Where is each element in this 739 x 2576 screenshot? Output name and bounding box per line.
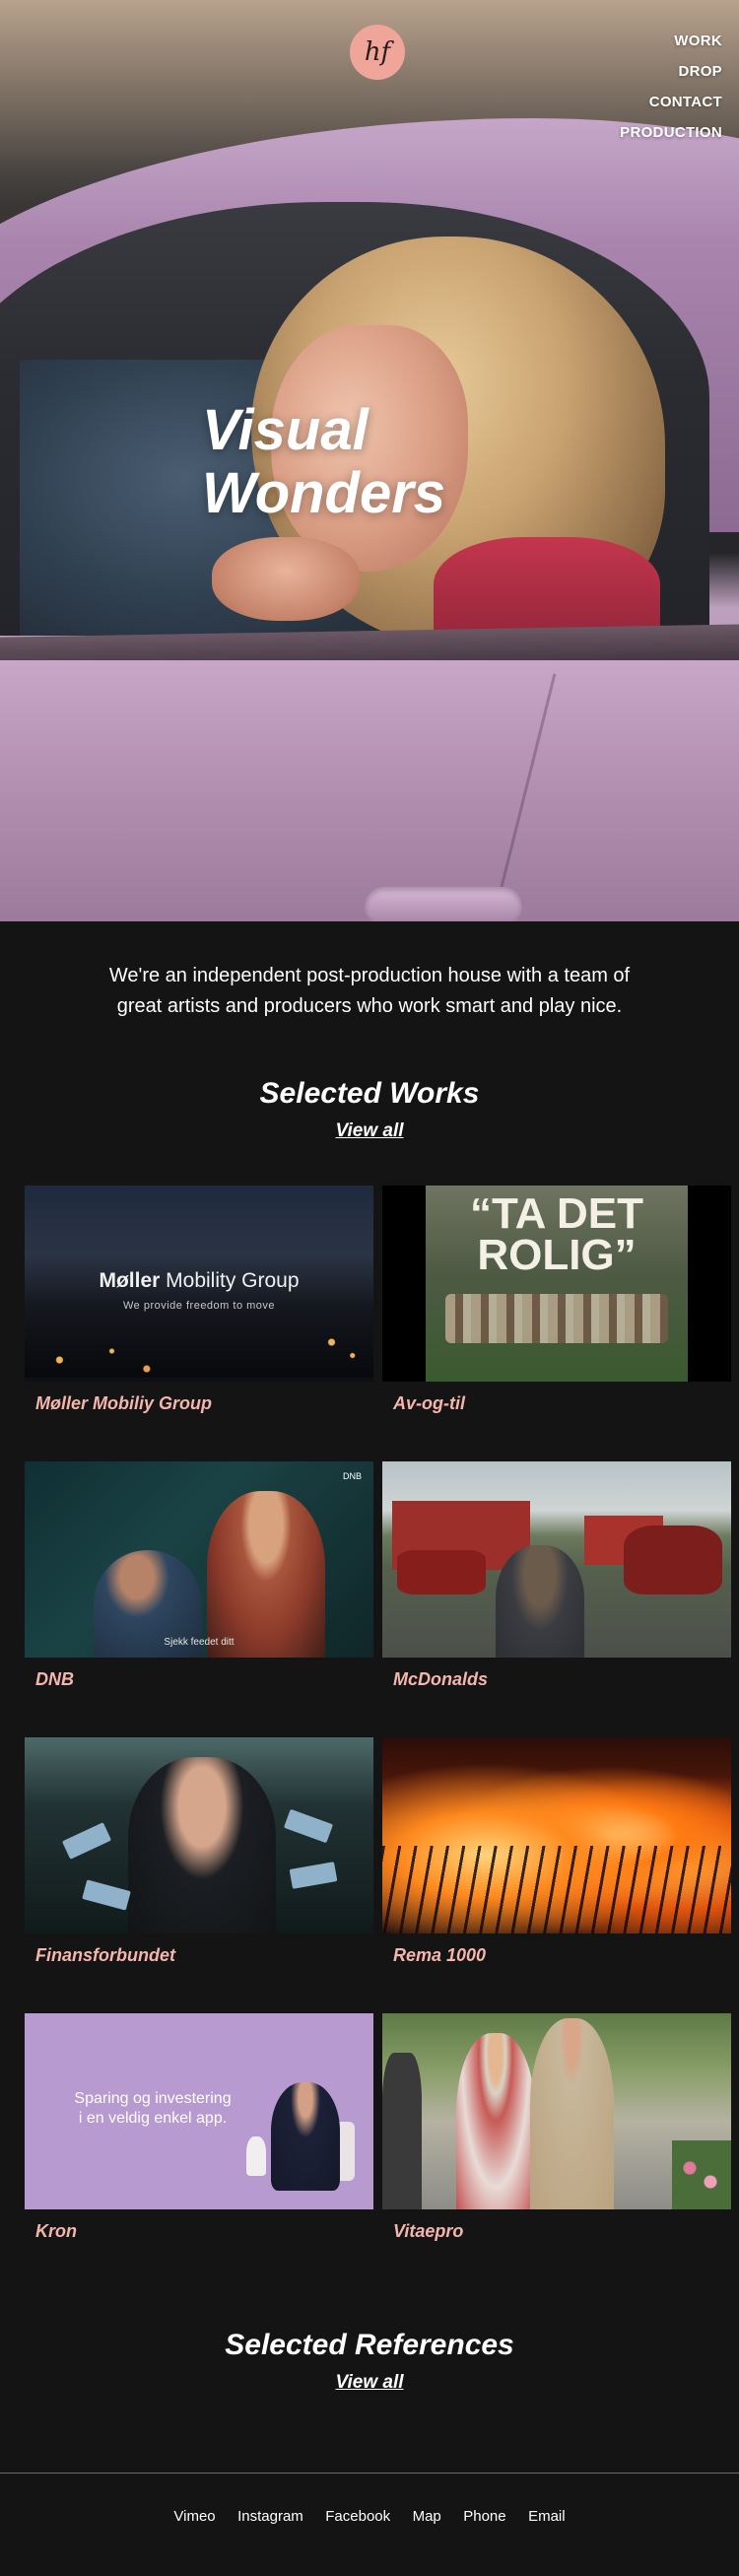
work-title[interactable]: Vitaepro — [382, 2221, 731, 2242]
hero-title-line2: Wonders — [202, 461, 446, 525]
work-thumbnail-av-og-til[interactable]: “TA DET ROLIG” — [382, 1186, 731, 1382]
footer-link-map[interactable]: Map — [413, 2508, 441, 2525]
references-heading: Selected References — [225, 2329, 514, 2361]
kron-line2: i en veldig enkel app. — [78, 2110, 228, 2127]
work-title[interactable]: DNB — [25, 1669, 373, 1690]
work-title[interactable]: Møller Mobiliy Group — [25, 1393, 373, 1414]
nav-production[interactable]: PRODUCTION — [620, 117, 722, 148]
work-title[interactable]: Rema 1000 — [382, 1945, 731, 1966]
work-card-kron[interactable]: Sparing og investering i en veldig enkel… — [25, 2013, 373, 2289]
nav-work[interactable]: WORK — [620, 26, 722, 56]
work-thumbnail-dnb[interactable]: DNB Sjekk feedet ditt — [25, 1461, 373, 1658]
hero-car-door — [0, 660, 739, 921]
nav-contact[interactable]: CONTACT — [620, 87, 722, 117]
work-thumbnail-rema[interactable] — [382, 1737, 731, 1933]
footer-link-email[interactable]: Email — [528, 2508, 566, 2525]
work-card-dnb[interactable]: DNB Sjekk feedet ditt DNB — [25, 1461, 373, 1737]
av-poster-headline: “TA DET ROLIG” — [470, 1189, 643, 1279]
work-card-av-og-til[interactable]: “TA DET ROLIG” Av-og-til — [382, 1186, 731, 1461]
work-title[interactable]: Kron — [25, 2221, 373, 2242]
main-nav: WORK DROP CONTACT PRODUCTION — [620, 26, 722, 148]
moller-brand-text: Møller Mobility Group — [99, 1269, 300, 1292]
work-card-rema[interactable]: Rema 1000 — [382, 1737, 731, 2013]
work-thumbnail-mcdonalds[interactable] — [382, 1461, 731, 1658]
moller-tagline: We provide freedom to move — [122, 1300, 276, 1312]
site-footer: Vimeo Instagram Facebook Map Phone Email — [0, 2473, 739, 2576]
hero-door-handle — [365, 887, 522, 921]
dnb-caption: Sjekk feedet ditt — [164, 1637, 235, 1648]
work-card-vitaepro[interactable]: Vitaepro — [382, 2013, 731, 2289]
work-thumbnail-finansforbundet[interactable] — [25, 1737, 373, 1933]
footer-link-facebook[interactable]: Facebook — [325, 2508, 390, 2525]
work-title[interactable]: McDonalds — [382, 1669, 731, 1690]
references-view-all-link[interactable]: View all — [336, 2372, 404, 2394]
intro-text: We're an independent post-production hou… — [108, 965, 631, 1017]
site-logo[interactable]: hf — [350, 25, 405, 80]
work-title[interactable]: Finansforbundet — [25, 1945, 373, 1966]
works-grid: Møller Mobility Group We provide freedom… — [0, 1186, 739, 2289]
hero-section: hf WORK DROP CONTACT PRODUCTION Visual W… — [0, 0, 739, 921]
works-header: Selected Works View all — [0, 1077, 739, 1142]
nav-drop[interactable]: DROP — [620, 56, 722, 87]
work-thumbnail-moller[interactable]: Møller Mobility Group We provide freedom… — [25, 1186, 373, 1382]
kron-line1: Sparing og investering — [74, 2090, 232, 2107]
footer-link-vimeo[interactable]: Vimeo — [173, 2508, 215, 2525]
work-thumbnail-vitaepro[interactable] — [382, 2013, 731, 2209]
works-heading: Selected Works — [259, 1077, 480, 1110]
work-title[interactable]: Av-og-til — [382, 1393, 731, 1414]
hero-title-line1: Visual — [202, 398, 369, 462]
works-view-all-link[interactable]: View all — [336, 1120, 404, 1142]
work-card-finansforbundet[interactable]: Finansforbundet — [25, 1737, 373, 2013]
footer-link-instagram[interactable]: Instagram — [237, 2508, 303, 2525]
work-card-moller[interactable]: Møller Mobility Group We provide freedom… — [25, 1186, 373, 1461]
footer-link-phone[interactable]: Phone — [463, 2508, 505, 2525]
references-header: Selected References View all — [0, 2329, 739, 2394]
work-thumbnail-kron[interactable]: Sparing og investering i en veldig enkel… — [25, 2013, 373, 2209]
dnb-corner-logo: DNB — [342, 1471, 362, 1481]
work-card-mcdonalds[interactable]: McDonalds — [382, 1461, 731, 1737]
hero-title: Visual Wonders — [202, 399, 445, 525]
hero-woman-hand — [212, 537, 360, 621]
